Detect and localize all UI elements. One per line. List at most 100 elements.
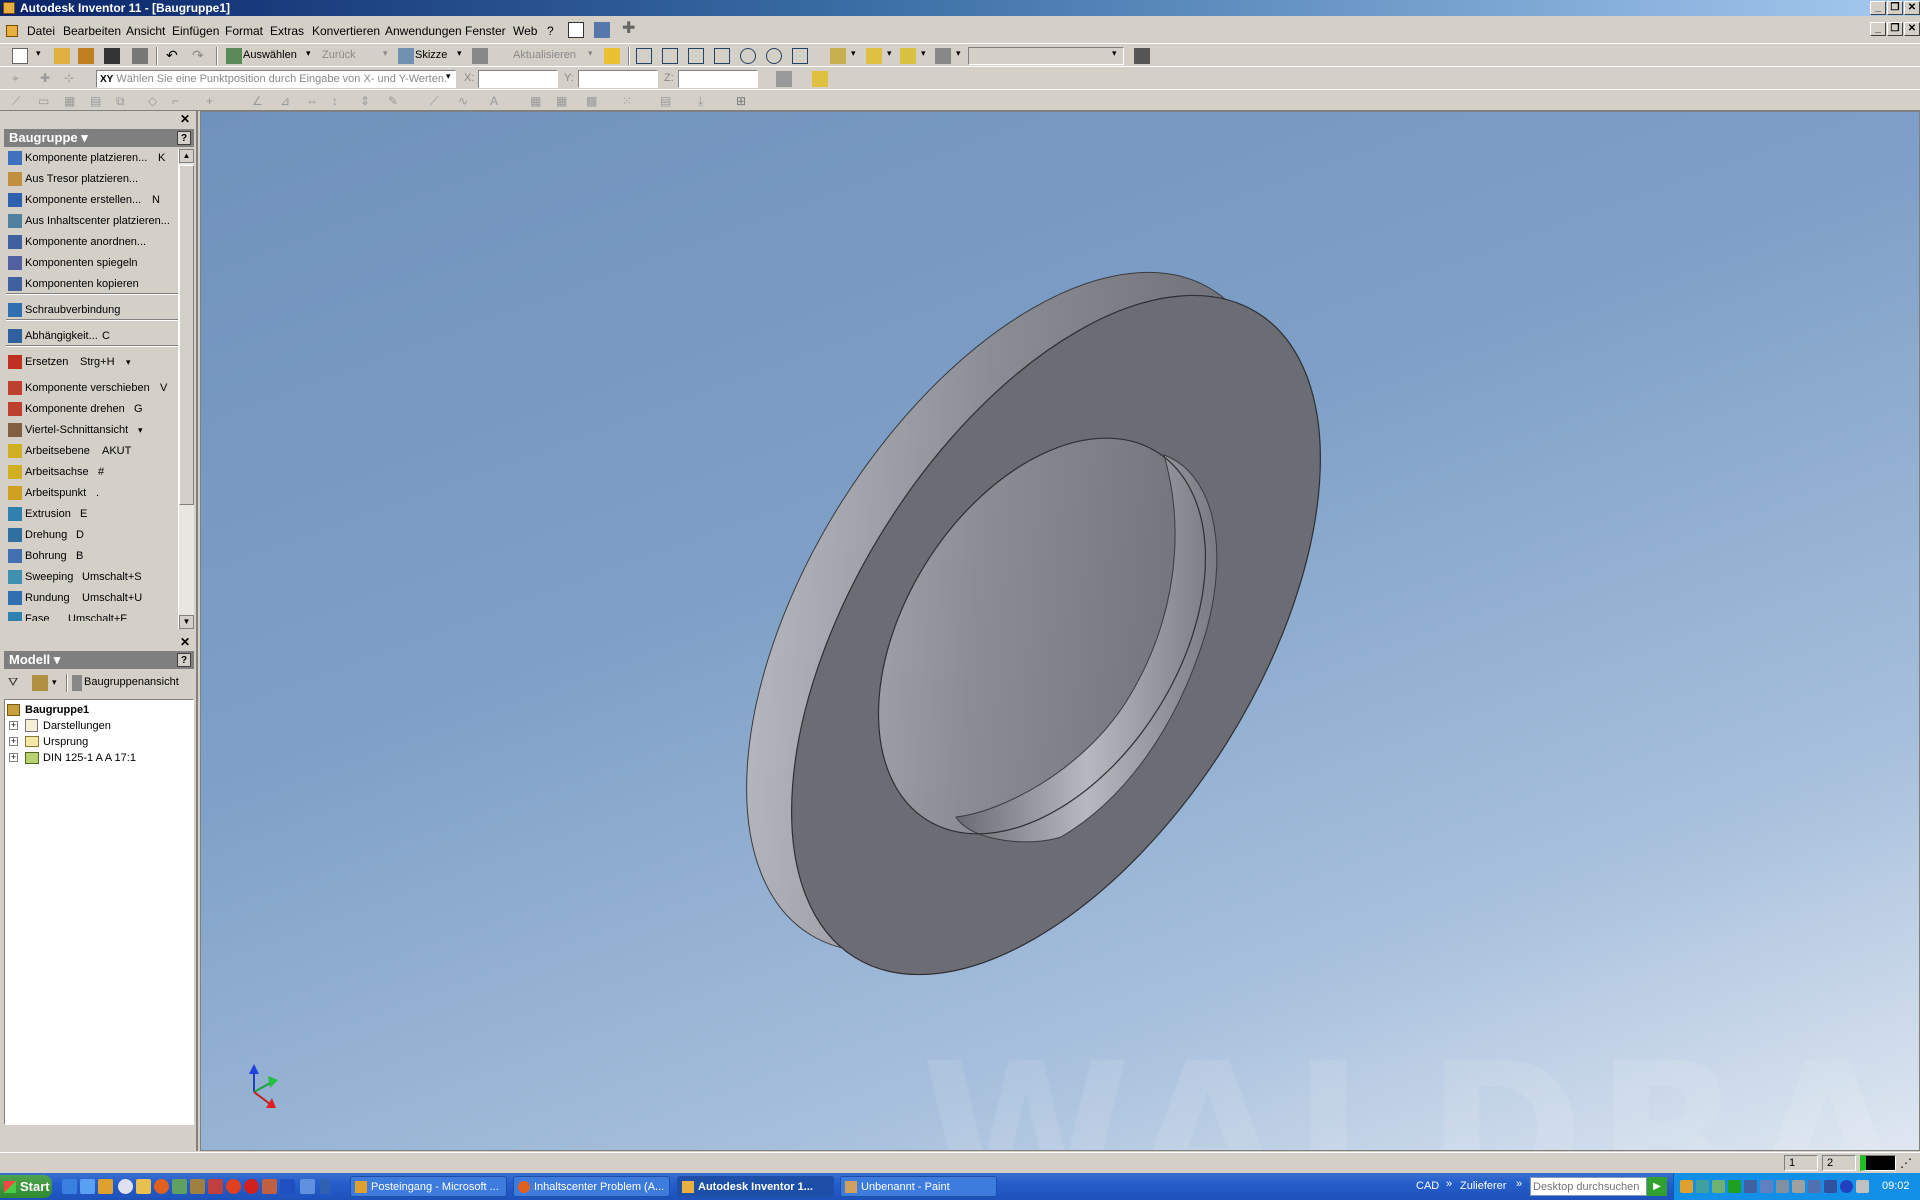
app-quicklaunch-icon-4[interactable] (226, 1179, 241, 1194)
command-constraint[interactable]: Abhängigkeit... C (8, 326, 178, 346)
pan-icon[interactable] (714, 48, 730, 64)
new-icon[interactable] (12, 48, 28, 64)
open-icon[interactable] (54, 48, 70, 64)
shadow-dropdown-icon[interactable]: ▾ (887, 48, 892, 59)
toolbar-chevron-icon[interactable]: » (1516, 1178, 1522, 1190)
task-inventor[interactable]: Autodesk Inventor 1... (677, 1176, 834, 1197)
task-outlook[interactable]: Posteingang - Microsoft ... (350, 1176, 507, 1197)
command-fillet[interactable]: Rundung Umschalt+U (8, 588, 178, 608)
select-icon[interactable] (226, 48, 242, 64)
select-dropdown-icon[interactable]: ▾ (306, 48, 311, 59)
hatch-icon[interactable]: ▩ (586, 94, 602, 110)
scroll-up-icon[interactable]: ▲ (179, 149, 194, 163)
browser-close-icon[interactable]: ✕ (180, 635, 190, 649)
spline-icon[interactable]: ∿ (458, 94, 474, 110)
grid-icon[interactable]: ▦ (64, 94, 80, 110)
menu-web[interactable]: Web (513, 24, 537, 38)
toolbar-zulieferer[interactable]: Zulieferer (1460, 1180, 1506, 1192)
zoom-all-icon[interactable] (636, 48, 652, 64)
explorer-icon[interactable] (136, 1179, 151, 1194)
table2-icon[interactable]: ▦ (556, 94, 572, 110)
camera-dropdown-icon[interactable]: ▾ (921, 48, 926, 59)
menu-bearbeiten[interactable]: Bearbeiten (63, 24, 121, 38)
graphics-viewport[interactable]: WALDRAFF (200, 111, 1920, 1151)
command-hole[interactable]: Bohrung B (8, 546, 178, 566)
browser-view-dropdown-icon[interactable]: ▾ (52, 677, 57, 688)
expand-icon[interactable]: + (9, 721, 18, 730)
command-move-component[interactable]: Komponente verschieben V (8, 378, 178, 398)
tray-icon-7[interactable] (1776, 1180, 1789, 1193)
precise-icon-1[interactable]: ⌖ (12, 71, 28, 87)
toolbar-cad[interactable]: CAD (1416, 1180, 1439, 1192)
angle-icon[interactable]: ∠ (252, 94, 268, 110)
minimize-button[interactable]: _ (1870, 1, 1886, 15)
command-work-point[interactable]: Arbeitspunkt. (8, 483, 178, 503)
tray-icon-3[interactable] (1712, 1180, 1725, 1193)
app-quicklaunch-icon-7[interactable] (280, 1179, 295, 1194)
panel-bar-help-button[interactable]: ? (177, 131, 191, 145)
color-select[interactable] (968, 47, 1124, 65)
import-icon[interactable]: ⤓ (698, 94, 714, 110)
washer-3d-model[interactable] (201, 112, 1920, 1151)
new-dropdown-icon[interactable]: ▾ (36, 48, 41, 59)
help-icon[interactable] (568, 22, 584, 38)
command-quarter-section[interactable]: Viertel-Schnittansicht ▾ (8, 420, 178, 440)
precise-measure-icon[interactable] (812, 71, 828, 87)
command-place-component[interactable]: Komponente platzieren... K (8, 148, 178, 168)
tray-icon-8[interactable] (1792, 1180, 1805, 1193)
polyline-icon[interactable]: ⟋ (430, 94, 446, 110)
shadow-icon[interactable] (866, 48, 882, 64)
text-icon[interactable]: A (490, 94, 506, 110)
command-rotate-component[interactable]: Komponente drehen G (8, 399, 178, 419)
restore-button[interactable]: ❐ (1887, 1, 1903, 15)
doc-minimize-button[interactable]: _ (1870, 22, 1886, 36)
zoom-window-icon[interactable] (662, 48, 678, 64)
menu-format[interactable]: Format (225, 24, 263, 38)
command-content-center[interactable]: Aus Inhaltscenter platzieren... (8, 211, 178, 231)
assembly-view-icon[interactable] (72, 675, 82, 691)
menu-anwendungen[interactable]: Anwendungen (385, 24, 462, 38)
measure-icon[interactable] (604, 48, 620, 64)
command-sweep[interactable]: Sweeping Umschalt+S (8, 567, 178, 587)
scroll-down-icon[interactable]: ▼ (179, 615, 194, 629)
tray-icon-12[interactable] (1856, 1180, 1869, 1193)
zoom-icon[interactable] (688, 48, 704, 64)
task-paint[interactable]: Unbenannt - Paint (840, 1176, 997, 1197)
update-button[interactable]: Aktualisieren (513, 49, 576, 61)
undo-icon[interactable]: ↶ (166, 48, 182, 64)
command-replace[interactable]: Ersetzen Strg+H ▾ (8, 352, 178, 372)
display-style-icon[interactable] (830, 48, 846, 64)
print-icon[interactable] (132, 48, 148, 64)
parameters-icon[interactable]: ▤ (660, 94, 676, 110)
tool-icon[interactable]: ✎ (388, 94, 404, 110)
back-button[interactable]: Zurück (322, 49, 356, 61)
menu-help[interactable]: ? (547, 24, 554, 38)
tray-icon-5[interactable] (1744, 1180, 1757, 1193)
tray-icon-4[interactable] (1728, 1180, 1741, 1193)
desktop-search-input[interactable] (1530, 1177, 1647, 1196)
app-quicklaunch-icon-1[interactable] (172, 1179, 187, 1194)
tools-icon[interactable] (594, 22, 610, 38)
clock[interactable]: 09:02 (1882, 1180, 1910, 1192)
analysis-icon[interactable] (935, 48, 951, 64)
app-quicklaunch-icon-6[interactable] (262, 1179, 277, 1194)
tray-icon-10[interactable] (1824, 1180, 1837, 1193)
tray-icon-9[interactable] (1808, 1180, 1821, 1193)
scroll-thumb[interactable] (179, 165, 194, 505)
menu-einfuegen[interactable]: Einfügen (172, 24, 219, 38)
vertical-icon[interactable]: ↕ (332, 94, 348, 110)
height-icon[interactable]: ⇕ (360, 94, 376, 110)
menu-datei[interactable]: Datei (27, 24, 55, 38)
title-bar[interactable]: Autodesk Inventor 11 - [Baugruppe1] _ ❐ … (0, 0, 1920, 16)
y-input[interactable] (578, 70, 658, 88)
dimension-icon[interactable]: ⊿ (280, 94, 296, 110)
scale-icon[interactable]: ⇔ (306, 94, 322, 110)
toolbar-chevron-icon[interactable]: » (1446, 1178, 1452, 1190)
table-icon[interactable]: ▦ (530, 94, 546, 110)
back-dropdown-icon[interactable]: ▾ (383, 48, 388, 59)
copy-icon[interactable]: ▤ (90, 94, 106, 110)
browser-header[interactable]: Modell ▾ ? (4, 651, 194, 669)
move-icon[interactable]: ⧉ (116, 94, 132, 110)
sketch-tool-icon[interactable] (472, 48, 488, 64)
browser-help-button[interactable]: ? (177, 653, 191, 667)
